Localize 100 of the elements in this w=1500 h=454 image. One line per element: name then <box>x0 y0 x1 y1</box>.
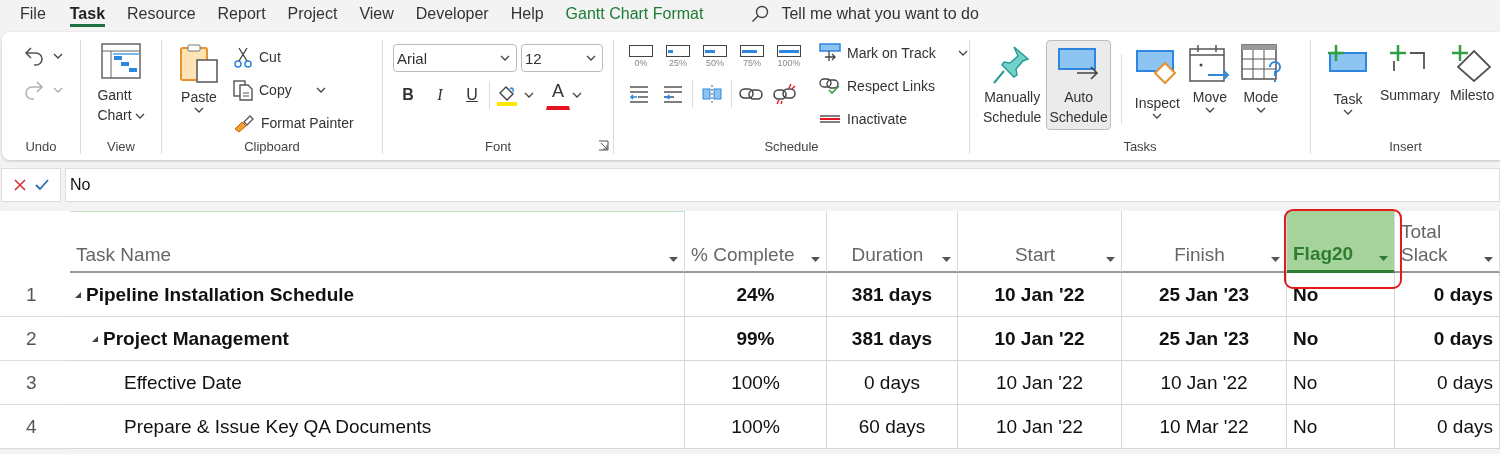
group-label: Undo <box>25 138 57 154</box>
milestone-button[interactable]: Milesto <box>1446 40 1498 108</box>
row-number: 1 <box>0 273 70 317</box>
progress-bar-icon <box>629 45 653 57</box>
caret-icon <box>586 55 596 61</box>
undo-icon <box>23 45 45 67</box>
column-header[interactable]: Total Slack <box>1395 211 1500 273</box>
percent-complete-button[interactable]: 100% <box>772 40 806 69</box>
summary-button[interactable]: Summary <box>1377 40 1443 108</box>
calendar-icon <box>1187 43 1232 85</box>
ribbon-tab[interactable]: Developer <box>415 0 500 28</box>
mark-on-track-button[interactable]: Mark on Track <box>816 38 971 68</box>
percent-complete-button[interactable]: 25% <box>661 40 695 69</box>
tell-me-field[interactable]: Tell me what you want to do <box>781 5 1042 23</box>
ribbon-tab[interactable]: File <box>20 0 57 28</box>
table-cell: 10 Mar '22 <box>1159 415 1249 438</box>
column-header[interactable]: Duration <box>827 211 958 273</box>
progress-bar-icon <box>740 45 764 57</box>
insert-task-button[interactable]: Task <box>1323 40 1373 118</box>
paintbrush-icon <box>233 113 255 133</box>
table-cell: 0 days <box>1433 327 1493 350</box>
collapse-icon[interactable] <box>91 334 99 343</box>
ribbon-tab[interactable]: Project <box>287 0 349 28</box>
caret-icon <box>134 113 145 119</box>
paste-button[interactable]: Paste <box>176 40 222 116</box>
ribbon-tab[interactable]: Gantt Chart Format <box>565 0 715 28</box>
caret-icon <box>957 50 968 56</box>
bar-arrow-icon <box>819 43 841 63</box>
cut-button[interactable]: Cut <box>230 42 357 72</box>
table-cell: 100% <box>731 415 780 438</box>
table-cell: 25 Jan '23 <box>1158 327 1250 350</box>
inspect-button[interactable]: Inspect <box>1131 40 1183 122</box>
paint-bucket-icon <box>495 83 519 107</box>
caret-icon <box>1152 113 1163 119</box>
mode-button[interactable]: Mode <box>1236 40 1285 116</box>
copy-icon <box>233 79 253 101</box>
manually-schedule-button[interactable]: Manually Schedule <box>980 40 1045 130</box>
bold-button[interactable]: B <box>393 80 423 110</box>
copy-button[interactable]: Copy <box>230 75 357 105</box>
inactivate-button[interactable]: Inactivate <box>816 104 971 134</box>
dialog-launcher-icon <box>598 140 609 151</box>
table-cell: 0 days <box>1437 415 1493 438</box>
column-header[interactable]: Start <box>958 211 1122 273</box>
gantt-chart-icon <box>101 43 141 79</box>
formula-field[interactable]: No <box>65 168 1500 202</box>
underline-button[interactable]: U <box>457 80 487 110</box>
ribbon-tab[interactable]: Resource <box>127 0 207 28</box>
respect-links-button[interactable]: Respect Links <box>816 71 971 101</box>
column-header[interactable]: % Complete <box>685 211 827 273</box>
filter-arrow-icon <box>669 257 678 262</box>
auto-schedule-button[interactable]: Auto Schedule <box>1046 40 1111 130</box>
caret-icon <box>53 53 63 59</box>
caret-icon <box>53 87 63 93</box>
link-check-icon <box>819 77 841 95</box>
progress-bar-icon <box>777 45 801 57</box>
italic-button[interactable]: I <box>425 80 455 110</box>
group-label: Tasks <box>1123 138 1157 154</box>
split-icon <box>701 83 723 105</box>
percent-complete-button[interactable]: 0% <box>624 40 658 69</box>
ribbon-tab[interactable]: Task <box>69 0 117 28</box>
inactivate-icon <box>819 112 841 126</box>
row-number: 3 <box>0 361 70 405</box>
gantt-chart-button[interactable]: Gantt Chart <box>94 40 148 128</box>
caret-icon <box>1255 107 1266 113</box>
outdent-icon <box>628 84 650 104</box>
table-cell: 10 Jan '22 <box>1160 371 1248 394</box>
filter-arrow-icon <box>1379 256 1388 261</box>
link-icon <box>739 86 763 102</box>
table-cell: 0 days <box>1437 371 1493 394</box>
row-number: 2 <box>0 317 70 361</box>
format-painter-button[interactable]: Format Painter <box>230 108 357 138</box>
progress-bar-icon <box>703 45 727 57</box>
caret-icon <box>524 92 534 98</box>
search-icon <box>751 5 770 23</box>
check-icon <box>34 179 49 191</box>
progress-bar-icon <box>666 45 690 57</box>
collapse-icon[interactable] <box>74 290 82 299</box>
cancel-icon <box>13 179 26 191</box>
table-cell: 60 days <box>858 415 926 438</box>
ribbon-tab[interactable]: Report <box>217 0 277 28</box>
table-cell: 381 days <box>851 283 933 306</box>
font-color-button[interactable]: A <box>546 80 570 110</box>
group-label: Insert <box>1389 138 1422 154</box>
table-cell: No <box>1293 415 1318 438</box>
task-name: Effective Date <box>124 371 242 394</box>
group-label: Clipboard <box>244 138 300 154</box>
percent-complete-button[interactable]: 50% <box>698 40 732 69</box>
ribbon-tab[interactable]: View <box>359 0 405 28</box>
font-name-field[interactable]: Arial <box>393 44 517 72</box>
column-header[interactable]: Task Name <box>70 211 685 273</box>
group-label: Schedule <box>764 138 819 154</box>
percent-complete-button[interactable]: 75% <box>735 40 769 69</box>
caret-icon <box>194 107 204 113</box>
move-button[interactable]: Move <box>1184 40 1235 116</box>
table-cell: No <box>1293 371 1318 394</box>
ribbon-tab[interactable]: Help <box>510 0 555 28</box>
filter-arrow-icon <box>1106 257 1115 262</box>
task-name: Prepare & Issue Key QA Documents <box>124 415 432 438</box>
group-label: Font <box>485 138 511 154</box>
font-size-field[interactable]: 12 <box>521 44 603 72</box>
